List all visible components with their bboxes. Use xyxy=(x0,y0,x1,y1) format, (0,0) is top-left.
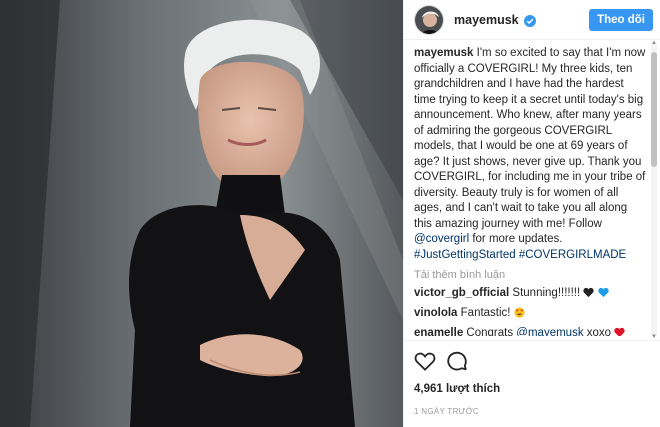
verified-badge-icon xyxy=(523,14,536,27)
comment-text: Stunning!!!!!!! xyxy=(509,287,581,299)
caption-username[interactable]: mayemusk xyxy=(414,47,473,59)
post-timestamp[interactable]: 1 ngày trước xyxy=(414,407,651,416)
avatar-image xyxy=(415,5,443,34)
action-icons-row xyxy=(414,349,651,373)
like-heart-icon[interactable] xyxy=(414,351,436,371)
list-item: enamelle Congrats @mayemusk xoxo xyxy=(414,326,648,336)
heart-eyes-icon xyxy=(514,307,525,318)
black-heart-icon xyxy=(583,287,595,298)
list-item: vinolola Fantastic! xyxy=(414,306,648,321)
post-header: mayemusk Theo dõi xyxy=(404,0,660,40)
avatar[interactable] xyxy=(414,4,444,35)
comment-username[interactable]: vinolola xyxy=(414,307,457,319)
likes-count[interactable]: 4,961 lượt thích xyxy=(414,383,651,395)
comment-text-end: xoxo xyxy=(583,327,615,336)
portrait-image xyxy=(0,0,403,427)
caption-text-end: for more updates. xyxy=(469,233,563,245)
blue-heart-icon xyxy=(597,287,609,298)
post-photo[interactable] xyxy=(0,0,403,427)
hashtag-link[interactable]: #COVERGIRLMADE xyxy=(519,249,626,261)
scroll-up-arrow-icon[interactable]: ▲ xyxy=(651,40,657,46)
comments-list[interactable]: mayemusk I'm so excited to say that I'm … xyxy=(404,40,648,336)
follow-button[interactable]: Theo dõi xyxy=(589,9,653,31)
comment-mention-link[interactable]: @mayemusk xyxy=(516,327,583,336)
post-caption: mayemusk I'm so excited to say that I'm … xyxy=(414,46,648,263)
caption-mention-link[interactable]: @covergirl xyxy=(414,233,469,245)
post-side-panel: mayemusk Theo dõi mayemusk I'm so excite… xyxy=(403,0,660,427)
comment-text: Fantastic! xyxy=(457,307,511,319)
comment-bubble-icon[interactable] xyxy=(446,350,468,372)
comment-username[interactable]: enamelle xyxy=(414,327,463,336)
red-heart-icon xyxy=(614,327,625,336)
hashtag-link[interactable]: #JustGettingStarted xyxy=(414,249,516,261)
comments-scrollbar[interactable]: ▲ ▼ xyxy=(651,40,657,340)
comment-text: Congrats xyxy=(463,327,517,336)
list-item: victor_gb_official Stunning!!!!!!! xyxy=(414,286,648,301)
load-more-comments-link[interactable]: Tải thêm bình luận xyxy=(414,269,648,281)
scrollbar-thumb[interactable] xyxy=(651,52,657,167)
caption-text: I'm so excited to say that I'm now offic… xyxy=(414,47,646,230)
post-actions: 4,961 lượt thích 1 ngày trước xyxy=(404,340,660,427)
post-username[interactable]: mayemusk xyxy=(454,13,519,27)
comment-username[interactable]: victor_gb_official xyxy=(414,287,509,299)
